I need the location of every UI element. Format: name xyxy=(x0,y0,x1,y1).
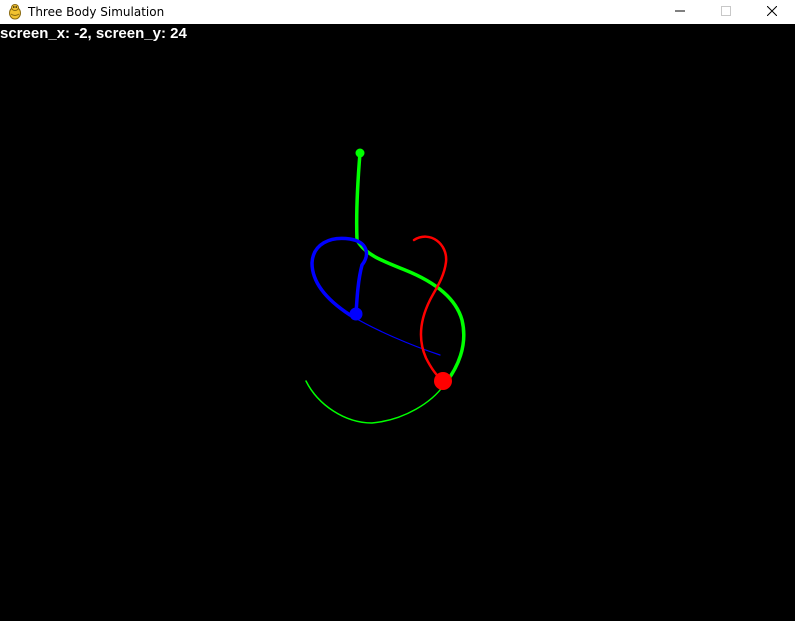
pygame-snake-icon xyxy=(8,4,22,20)
green-body xyxy=(355,148,365,158)
minimize-button[interactable] xyxy=(657,0,703,24)
screen-coordinate-readout: screen_x: -2, screen_y: 24 xyxy=(0,25,187,42)
close-button[interactable] xyxy=(749,0,795,24)
simulation-drawing xyxy=(305,148,466,424)
title-bar[interactable]: Three Body Simulation xyxy=(0,0,795,24)
close-icon xyxy=(766,3,778,21)
app-window: Three Body Simulation screen_x: -2, scre… xyxy=(0,0,795,621)
blue-body-trail-recent xyxy=(310,236,369,317)
red-body-trail xyxy=(412,235,448,383)
window-title: Three Body Simulation xyxy=(28,5,165,19)
green-body-trail-recent xyxy=(354,151,466,387)
minimize-icon xyxy=(675,3,685,21)
red-body xyxy=(434,372,452,390)
green-body-trail xyxy=(305,380,445,424)
blue-body xyxy=(349,307,363,321)
blue-body-trail xyxy=(349,314,441,356)
maximize-icon xyxy=(721,3,731,21)
maximize-button[interactable] xyxy=(703,0,749,24)
window-controls xyxy=(657,0,795,24)
